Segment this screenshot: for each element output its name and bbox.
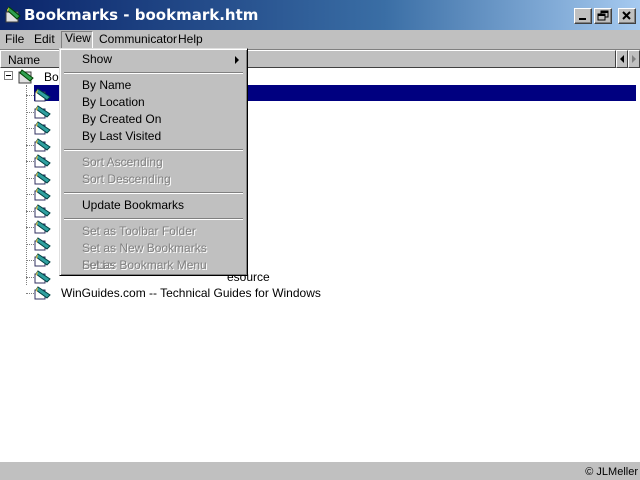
bookmark-icon [34,87,52,103]
minimize-button[interactable] [574,8,592,24]
bookmark-icon [34,186,52,202]
menu-item-sort-descending: Sort Descending [82,172,171,186]
menu-item-set-toolbar-folder: Set as Toolbar Folder [82,224,196,238]
close-button[interactable] [618,8,636,24]
root-folder-label[interactable]: Bo [44,70,59,84]
menu-communicator[interactable]: Communicator [96,32,180,47]
menu-item-by-created-on[interactable]: By Created On [63,111,244,128]
menu-item-by-location[interactable]: By Location [63,94,244,111]
menu-item-sort-ascending: Sort Ascending [82,155,163,169]
menu-view[interactable]: View [61,31,93,49]
scroll-left-button[interactable] [616,50,628,68]
minimize-icon [579,18,586,20]
tree-connector [26,144,34,146]
submenu-arrow-icon [235,56,239,64]
window-title: Bookmarks - bookmark.htm [24,6,259,24]
tree-connector [26,293,34,294]
tree-connector [26,95,34,96]
close-icon [622,11,631,20]
bookmark-icon [34,104,52,120]
scroll-right-button[interactable] [628,50,640,68]
tree-connector [26,243,34,245]
title-bar[interactable]: Bookmarks - bookmark.htm [0,0,640,30]
menu-separator [64,72,243,74]
menu-separator [64,192,243,194]
tree-connector [26,128,34,129]
bookmarks-app-icon [5,6,21,23]
menu-bar: File Edit Communicator Help [0,30,640,49]
menu-separator [64,218,243,220]
menu-item-update-bookmarks[interactable]: Update Bookmarks [63,197,244,214]
bookmark-icon [34,153,52,169]
menu-item-set-bookmark-menu: Set as Bookmark Menu [82,258,207,272]
tree-connector [26,111,34,113]
tree-connector [26,276,34,278]
menu-item-by-last-visited[interactable]: By Last Visited [63,128,244,145]
bookmark-icon [34,269,52,285]
menu-item-show[interactable]: Show [63,51,244,68]
tree-connector [26,177,34,179]
tree-connector [26,85,27,285]
tree-connector [26,161,34,162]
collapse-toggle[interactable] [4,71,13,80]
bookmark-item[interactable]: WinGuides.com -- Technical Guides for Wi… [61,286,321,300]
name-column-label: Name [8,53,41,67]
tree-connector [26,260,34,261]
menu-separator [64,149,243,151]
menu-help[interactable]: Help [175,32,206,47]
bookmark-icon [34,285,52,301]
tree-connector [26,210,34,212]
bookmark-icon [34,170,52,186]
tree-connector [26,227,34,228]
bookmark-icon [34,120,52,136]
menu-item-show-label: Show [82,52,113,66]
status-bar: © JLMeller [0,462,640,480]
bookmark-icon [34,236,52,252]
copyright-text: © JLMeller [585,466,638,478]
view-menu-dropdown: Show By Name By Location By Created On B… [59,48,248,276]
bookmark-folder-icon [18,69,34,84]
arrow-left-icon [620,55,624,63]
menu-file[interactable]: File [2,32,27,47]
restore-button[interactable] [594,8,612,24]
bookmark-icon [34,137,52,153]
bookmark-icon [34,252,52,268]
menu-edit[interactable]: Edit [31,32,58,47]
menu-item-set-new-bookmarks-folder: Set as New Bookmarks Folder [82,241,207,272]
bookmark-icon [34,203,52,219]
tree-connector [26,194,34,195]
menu-item-by-name[interactable]: By Name [63,77,244,94]
restore-icon [597,10,609,21]
arrow-right-icon [632,55,636,63]
bookmark-icon [34,219,52,235]
